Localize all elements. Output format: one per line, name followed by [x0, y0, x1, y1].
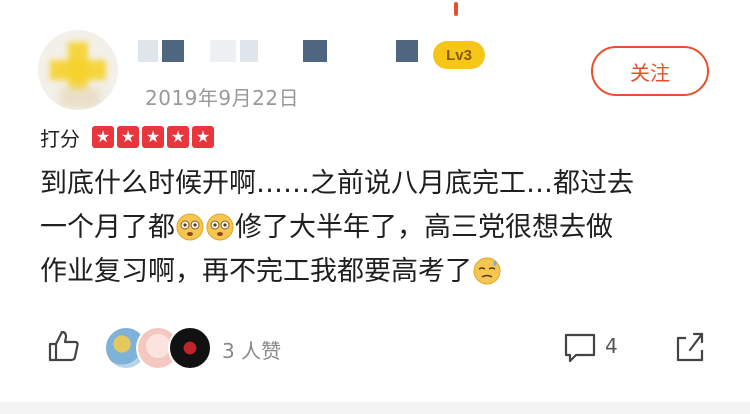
rating-label: 打分 [40, 126, 80, 151]
dizzy-face-emoji [206, 213, 234, 241]
star-icon: ★ [167, 126, 189, 148]
share-icon[interactable] [672, 328, 708, 364]
thumbs-up-icon[interactable] [46, 328, 82, 364]
comment-icon[interactable] [562, 330, 598, 364]
user-avatar[interactable] [38, 30, 118, 110]
review-date: 2019年9月22日 [145, 86, 300, 110]
star-icon: ★ [192, 126, 214, 148]
review-line: 作业复习啊，再不完工我都要高考了 [40, 250, 720, 294]
follow-button[interactable]: 关注 [591, 46, 709, 96]
review-text-fragment: 修了大半年了，高三党很想去做 [235, 212, 613, 243]
review-line: 一个月了都 修了大半年了，高三党很想去做 [40, 206, 720, 250]
review-line: 到底什么时候开啊……之前说八月底完工…都过去 [40, 168, 634, 199]
level-badge: Lv3 [433, 41, 485, 69]
star-rating: ★ ★ ★ ★ ★ [92, 126, 214, 148]
top-indicator [454, 2, 458, 16]
star-icon: ★ [142, 126, 164, 148]
rating-row: 打分 ★ ★ ★ ★ ★ [40, 123, 214, 151]
star-icon: ★ [117, 126, 139, 148]
review-text: 到底什么时候开啊……之前说八月底完工…都过去 一个月了都 修了大半年了，高三党很… [40, 162, 720, 294]
liker-avatar[interactable] [168, 326, 212, 370]
liker-avatars[interactable] [104, 326, 214, 370]
action-bar: 3 人赞 4 [0, 322, 750, 372]
review-text-fragment: 作业复习啊，再不完工我都要高考了 [40, 256, 472, 287]
username-masked[interactable] [138, 40, 428, 64]
likes-count[interactable]: 3 人赞 [222, 335, 281, 364]
comment-count[interactable]: 4 [605, 334, 618, 358]
star-icon: ★ [92, 126, 114, 148]
review-text-fragment: 一个月了都 [40, 212, 175, 243]
dizzy-face-emoji [176, 213, 204, 241]
sweat-face-emoji [473, 257, 501, 285]
section-divider [0, 402, 750, 414]
